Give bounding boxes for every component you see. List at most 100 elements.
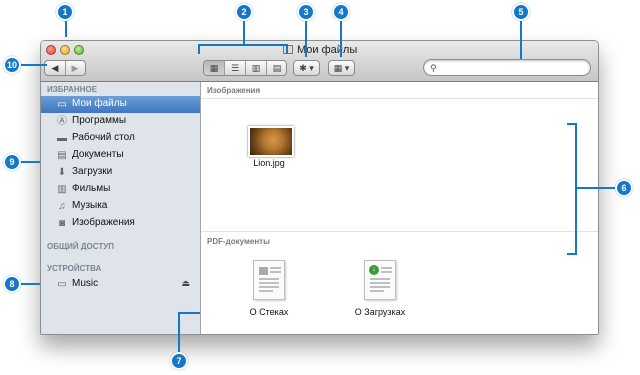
desktop-icon: ▬ [57, 133, 67, 144]
column-view-button[interactable]: ▥ [246, 61, 267, 75]
group-divider [201, 231, 598, 232]
doc-line [259, 282, 279, 284]
callout-2: 2 [235, 3, 253, 21]
sidebar-item-label: Фильмы [72, 183, 111, 194]
sidebar-item-label: Загрузки [72, 166, 113, 177]
callout-4: 4 [332, 3, 350, 21]
nav-buttons: ◀ ▶ [44, 60, 86, 76]
doc-line [259, 290, 273, 292]
arrange-menu-button[interactable]: ▦ ▾ [328, 60, 355, 76]
group-header-pdf: PDF-документы [207, 237, 270, 246]
sidebar-item-pictures[interactable]: ◙ Изображения [41, 215, 200, 232]
sidebar-item-my-files[interactable]: ▭ Мои файлы [41, 96, 200, 113]
finder-window: Мои файлы ◀ ▶ ▦ ☰ ▥ ▤ ✱ ▾ ▦ ▾ ⚲ ИЗБРАННО… [40, 40, 599, 335]
my-files-icon: ▭ [57, 99, 67, 110]
sidebar-item-music[interactable]: ♫ Музыка [41, 198, 200, 215]
callout-line [243, 17, 245, 45]
doc-line [370, 278, 390, 280]
sidebar-item-label: Мои файлы [72, 98, 127, 109]
doc-line [381, 267, 392, 269]
callout-line [520, 17, 522, 59]
sidebar-item-label: Music [72, 278, 99, 289]
callout-5: 5 [512, 3, 530, 21]
sidebar-item-label: Программы [72, 115, 127, 126]
callout-line [20, 161, 40, 163]
music-icon: ♫ [58, 201, 66, 212]
sidebar-item-device-music[interactable]: ▭ Music ⏏ [41, 276, 200, 293]
icon-view-button[interactable]: ▦ [204, 61, 225, 75]
callout-1: 1 [56, 3, 74, 21]
sidebar-item-documents[interactable]: ▤ Документы [41, 147, 200, 164]
callout-3: 3 [297, 3, 315, 21]
sidebar-item-label: Рабочий стол [72, 132, 135, 143]
applications-icon: Ⓐ [57, 116, 67, 127]
close-button[interactable] [46, 45, 56, 55]
image-thumbnail [248, 126, 294, 157]
callout-line [305, 17, 307, 57]
sidebar-item-label: Документы [72, 149, 124, 160]
list-view-button[interactable]: ☰ [225, 61, 246, 75]
toolbar: Мои файлы ◀ ▶ ▦ ☰ ▥ ▤ ✱ ▾ ▦ ▾ ⚲ [41, 41, 598, 82]
search-input[interactable] [442, 61, 586, 75]
action-menu-button[interactable]: ✱ ▾ [293, 60, 320, 76]
callout-bracket [575, 123, 577, 255]
eject-icon[interactable]: ⏏ [181, 278, 190, 289]
callout-line [340, 17, 342, 57]
doc-line [259, 286, 279, 288]
sidebar-item-applications[interactable]: Ⓐ Программы [41, 113, 200, 130]
back-button[interactable]: ◀ [45, 61, 66, 75]
doc-line [270, 267, 281, 269]
group-header-images: Изображения [207, 86, 261, 95]
sidebar-item-downloads[interactable]: ⬇ Загрузки [41, 164, 200, 181]
callout-line [20, 283, 40, 285]
sidebar-section-favorites: ИЗБРАННОЕ [47, 85, 98, 94]
sidebar-item-label: Музыка [72, 200, 108, 211]
callout-10: 10 [3, 56, 21, 74]
downloads-icon: ⬇ [57, 167, 67, 178]
callout-line [178, 312, 200, 314]
file-item-o-zagruzkah[interactable]: ↓ О Загрузках [340, 260, 420, 320]
callout-line [20, 64, 47, 66]
doc-line [370, 290, 384, 292]
file-name: О Загрузках [354, 307, 406, 317]
callout-8: 8 [3, 275, 21, 293]
minimize-button[interactable] [60, 45, 70, 55]
pdf-document-icon [253, 260, 285, 300]
file-item-lion[interactable]: Lion.jpg [229, 126, 309, 176]
cover-flow-button[interactable]: ▤ [267, 61, 287, 75]
sidebar-item-movies[interactable]: ▥ Фильмы [41, 181, 200, 198]
window-title: Мои файлы [283, 44, 357, 56]
folder-icon [283, 45, 293, 54]
file-name: Lion.jpg [253, 158, 285, 168]
callout-9: 9 [3, 153, 21, 171]
callout-line [575, 187, 617, 189]
doc-line [381, 271, 392, 273]
sidebar-section-devices[interactable]: УСТРОЙСТВА [47, 264, 101, 273]
search-field[interactable]: ⚲ [423, 59, 591, 76]
callout-line [198, 44, 200, 54]
view-mode-buttons: ▦ ☰ ▥ ▤ [203, 60, 287, 76]
zoom-button[interactable] [74, 45, 84, 55]
callout-6: 6 [615, 179, 633, 197]
file-item-o-stekah[interactable]: О Стеках [229, 260, 309, 320]
doc-line [370, 282, 390, 284]
pdf-document-icon: ↓ [364, 260, 396, 300]
callout-line [286, 44, 288, 54]
group-divider [201, 98, 598, 99]
movies-icon: ▥ [57, 184, 67, 195]
callout-7: 7 [170, 352, 188, 370]
sidebar-section-shared[interactable]: ОБЩИЙ ДОСТУП [47, 242, 114, 251]
doc-line [259, 278, 279, 280]
callout-bracket [567, 253, 577, 255]
file-name: О Стеках [249, 307, 289, 317]
sidebar-item-label: Изображения [72, 217, 135, 228]
search-icon: ⚲ [430, 63, 437, 73]
callout-bracket [567, 123, 577, 125]
forward-button[interactable]: ▶ [65, 61, 85, 75]
documents-icon: ▤ [57, 150, 67, 161]
doc-image [259, 267, 268, 275]
camera-icon: ◙ [58, 218, 66, 229]
file-browser-content: Изображения Lion.jpg PDF-документы О Сте… [201, 82, 598, 334]
callout-line [178, 312, 180, 356]
sidebar-item-desktop[interactable]: ▬ Рабочий стол [41, 130, 200, 147]
